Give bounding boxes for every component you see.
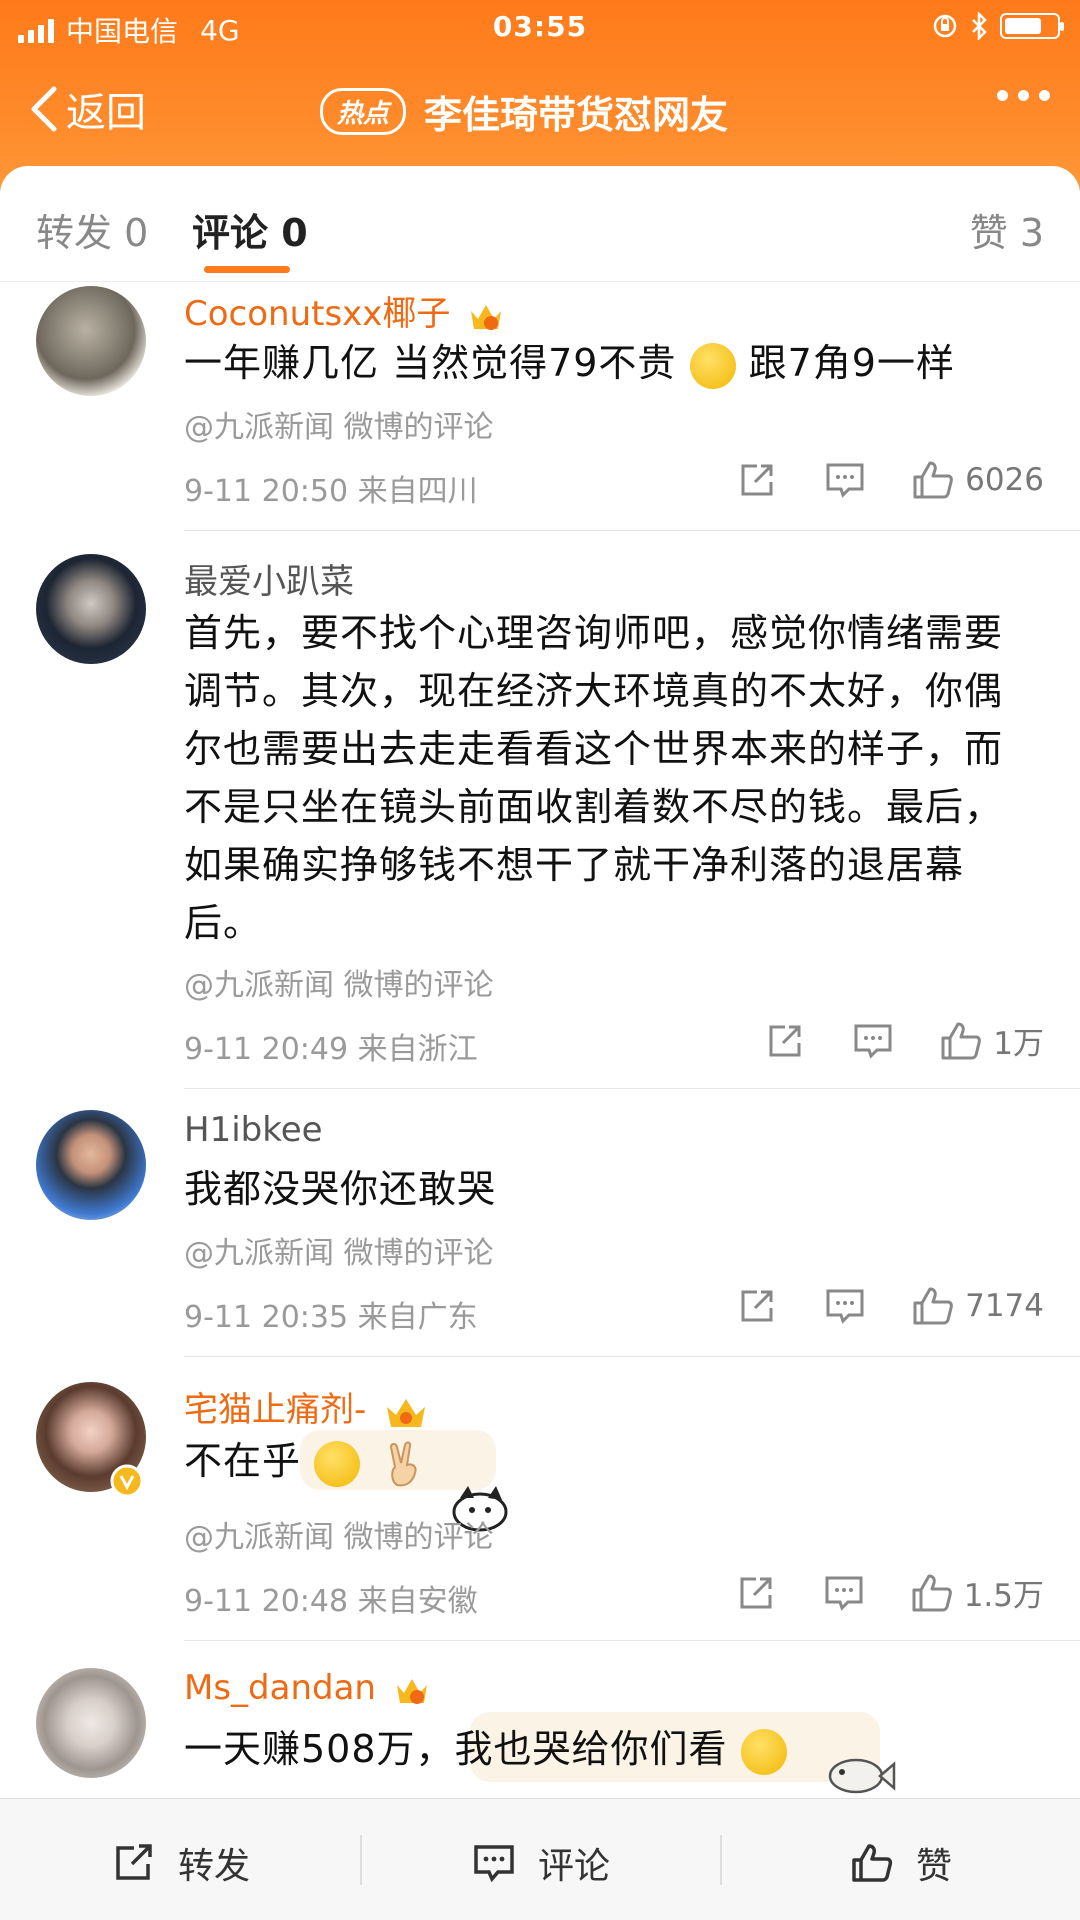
vip-crown-icon: [396, 1678, 427, 1704]
bluetooth-icon: [972, 12, 987, 40]
tab-bar: 转发 0 评论 0 赞 3: [0, 166, 1080, 282]
avatar[interactable]: [36, 1110, 146, 1220]
comment-text: 一天赚508万，我也哭给你们看: [184, 1720, 1034, 1778]
like-icon[interactable]: [939, 1021, 983, 1061]
smile-emoji-icon: [314, 1440, 361, 1487]
comment-actions: 1万: [763, 1018, 1044, 1063]
like-count: 6026: [965, 462, 1044, 498]
username[interactable]: Coconutsxx椰子: [184, 286, 505, 335]
username-text: Ms_dandan: [184, 1668, 376, 1708]
divider: [184, 530, 1080, 531]
more-button[interactable]: [997, 90, 1050, 101]
vip-crown-icon: [471, 304, 502, 330]
comment-icon[interactable]: [822, 1573, 866, 1613]
comment-source[interactable]: @九派新闻 微博的评论: [184, 1512, 494, 1556]
like-icon[interactable]: [910, 1573, 954, 1613]
back-label: 返回: [66, 90, 146, 136]
username[interactable]: 宅猫止痛剂-: [184, 1382, 429, 1431]
divider: [184, 1356, 1080, 1357]
comment-icon[interactable]: [851, 1021, 895, 1061]
repost-button[interactable]: 转发: [112, 1837, 250, 1889]
like-count: 1.5万: [963, 1578, 1044, 1614]
avatar[interactable]: [36, 286, 146, 396]
orientation-lock-icon: [933, 14, 957, 38]
chevron-left-icon: [31, 86, 57, 132]
verified-badge-icon: [110, 1464, 144, 1498]
like-count: 1万: [993, 1026, 1044, 1062]
tab-comment[interactable]: 评论 0: [192, 202, 308, 257]
comment-label: 评论: [538, 1846, 611, 1887]
username-text: 宅猫止痛剂-: [184, 1390, 367, 1430]
divider: [360, 1835, 362, 1885]
comment-text: 首先，要不找个心理咨询师吧，感觉你情绪需要 调节。其次，现在经济大环境真的不太好…: [184, 611, 1004, 945]
battery-icon: [1000, 13, 1064, 39]
comment-actions: 1.5万: [734, 1570, 1044, 1615]
share-icon[interactable]: [763, 1021, 807, 1061]
divider: [720, 1835, 722, 1885]
victory-hand-icon: [390, 1441, 417, 1486]
like-icon[interactable]: [911, 1286, 955, 1326]
share-icon: [116, 1844, 152, 1880]
page-title: 李佳琦带货怼网友: [424, 93, 729, 137]
like-count: 7174: [965, 1288, 1044, 1324]
comment-button[interactable]: 评论: [472, 1837, 610, 1889]
comment-source[interactable]: @九派新闻 微博的评论: [184, 960, 494, 1004]
comment-source[interactable]: @九派新闻 微博的评论: [184, 1228, 494, 1272]
share-icon[interactable]: [735, 1286, 779, 1326]
username-text: Coconutsxx椰子: [184, 294, 451, 334]
comment-text: 不在乎: [184, 1432, 1034, 1490]
comment-meta: 9-11 20:49 来自浙江: [184, 1032, 478, 1067]
share-icon[interactable]: [735, 460, 779, 500]
comment-actions: 7174: [735, 1286, 1044, 1326]
comment-source[interactable]: @九派新闻 微博的评论: [184, 402, 494, 446]
comment-text: 一年赚几亿 当然觉得79不贵 跟7角9一样: [184, 334, 1034, 392]
like-button[interactable]: 赞: [850, 1837, 952, 1889]
avatar[interactable]: [36, 554, 146, 664]
comment-meta: 9-11 20:50 来自四川: [184, 474, 478, 509]
comment-meta: 9-11 20:48 来自安徽: [184, 1584, 478, 1619]
vip-crown-icon: [387, 1398, 426, 1427]
back-button[interactable]: 返回: [26, 80, 146, 138]
hot-badge: 热点: [320, 88, 407, 135]
comment-meta: 9-11 20:35 来自广东: [184, 1300, 478, 1335]
username[interactable]: Ms_dandan: [184, 1668, 431, 1708]
nav-bar: 返回 热点 李佳琦带货怼网友: [0, 70, 1080, 150]
like-icon[interactable]: [911, 460, 955, 500]
fish-sticker-icon: [828, 1758, 896, 1794]
divider: [184, 1640, 1080, 1641]
comment-text: 我都没哭你还敢哭: [184, 1167, 497, 1211]
tab-repost[interactable]: 转发 0: [36, 202, 148, 257]
comment-icon[interactable]: [823, 460, 867, 500]
shy-emoji-icon: [689, 342, 736, 389]
username[interactable]: H1ibkee: [184, 1110, 323, 1150]
status-bar: 中国电信 4G 03:55: [0, 0, 1080, 56]
avatar[interactable]: [36, 1668, 146, 1778]
comment-icon: [474, 1845, 514, 1883]
status-time: 03:55: [492, 10, 588, 43]
divider: [184, 1088, 1080, 1089]
shrug-emoji-icon: [740, 1728, 787, 1775]
tab-indicator: [204, 266, 290, 273]
bottom-action-bar: 转发 评论 赞: [0, 1798, 1080, 1920]
like-icon: [852, 1844, 893, 1882]
username[interactable]: 最爱小趴菜: [184, 554, 354, 603]
comment-actions: 6026: [735, 460, 1044, 500]
tab-like[interactable]: 赞 3: [970, 202, 1044, 257]
share-icon[interactable]: [734, 1573, 778, 1613]
repost-label: 转发: [178, 1846, 251, 1887]
like-label: 赞: [916, 1846, 953, 1887]
comment-list[interactable]: Coconutsxx椰子 一年赚几亿 当然觉得79不贵 跟7角9一样 @九派新闻…: [0, 282, 1080, 1798]
comment-icon[interactable]: [823, 1286, 867, 1326]
